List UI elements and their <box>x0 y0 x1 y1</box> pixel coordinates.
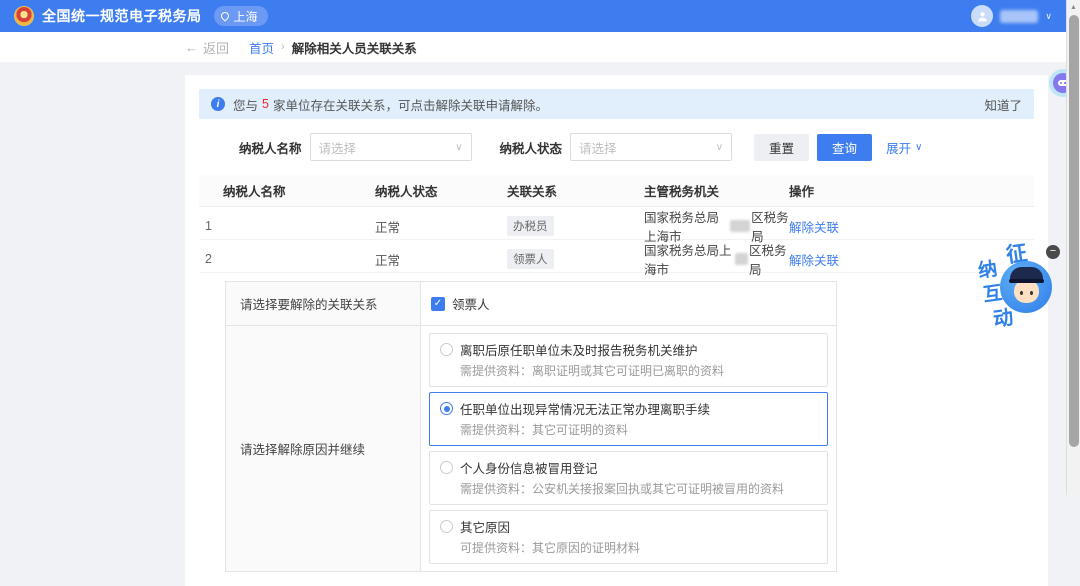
scrollbar-thumb[interactable] <box>1069 15 1079 447</box>
scroll-up-arrow-icon[interactable]: ▲ <box>1067 0 1080 14</box>
table-row: 1 正常 办税员 国家税务总局上海市 区税务局 解除关联 <box>199 207 1034 240</box>
taxpayer-name-label: 纳税人名称 <box>239 138 302 157</box>
content-card: i 您与 5 家单位存在关联关系，可点击解除关联申请解除。 知道了 纳税人名称 … <box>185 75 1048 586</box>
chevron-down-icon: ∨ <box>455 142 462 153</box>
radio-icon[interactable] <box>440 520 453 533</box>
taxpayer-status-filter: 纳税人状态 请选择 ∨ <box>500 133 733 161</box>
taxpayer-status-label: 纳税人状态 <box>500 138 563 157</box>
table-header-row: 纳税人名称 纳税人状态 关联关系 主管税务机关 操作 <box>199 175 1034 207</box>
reason-desc: 需提供资料：其它可证明的资料 <box>460 421 817 438</box>
authority-redacted <box>735 253 748 265</box>
taxpayer-name-filter: 纳税人名称 请选择 ∨ <box>239 133 472 161</box>
relation-tag: 办税员 <box>507 216 554 236</box>
authority-prefix: 国家税务总局上海市 <box>644 240 734 278</box>
reason-option[interactable]: 其它原因 可提供资料：其它原因的证明材料 <box>429 510 828 564</box>
chevron-down-icon: ∨ <box>716 142 723 153</box>
taxpayer-status-placeholder: 请选择 <box>579 138 617 157</box>
chevron-down-icon: ∨ <box>915 142 922 153</box>
expand-label: 展开 <box>886 138 911 157</box>
relation-checkbox[interactable]: ✓ <box>431 297 445 311</box>
col-status: 纳税人状态 <box>375 181 507 200</box>
user-menu[interactable]: ∨ <box>971 5 1052 27</box>
info-icon: i <box>211 97 225 111</box>
page-title: 解除相关人员关联关系 <box>292 38 417 57</box>
relation-select-row: 请选择要解除的关联关系 ✓ 领票人 <box>226 282 836 325</box>
radio-icon[interactable] <box>440 343 453 356</box>
reason-desc: 可提供资料：其它原因的证明材料 <box>460 539 817 556</box>
reason-option-selected[interactable]: 任职单位出现异常情况无法正常办理离职手续 需提供资料：其它可证明的资料 <box>429 392 828 446</box>
relation-row-label: 请选择要解除的关联关系 <box>226 282 421 325</box>
alert-dismiss-button[interactable]: 知道了 <box>984 95 1022 114</box>
dissolve-form: 请选择要解除的关联关系 ✓ 领票人 请选择解除原因并继续 离职后原任职单位未及时… <box>225 281 837 572</box>
tax-emblem-logo <box>14 6 34 26</box>
reset-button[interactable]: 重置 <box>754 134 809 161</box>
relation-tag: 领票人 <box>507 249 554 269</box>
col-name: 纳税人名称 <box>223 181 375 200</box>
row-index: 1 <box>199 219 223 233</box>
query-button[interactable]: 查询 <box>817 134 872 161</box>
table-row: 2 正常 领票人 国家税务总局上海市 区税务局 解除关联 <box>199 240 1034 273</box>
breadcrumb-separator-icon: › <box>281 41 285 53</box>
chevron-down-icon: ∨ <box>1045 11 1052 22</box>
taxpayer-name-select[interactable]: 请选择 ∨ <box>310 133 472 161</box>
breadcrumb: ← 返回 首页 › 解除相关人员关联关系 <box>0 32 1066 62</box>
breadcrumb-home[interactable]: 首页 <box>249 38 274 57</box>
back-button[interactable]: ← 返回 <box>185 38 229 57</box>
alert-text-suffix: 家单位存在关联关系，可点击解除关联申请解除。 <box>273 95 548 114</box>
expand-toggle[interactable]: 展开 ∨ <box>886 138 922 157</box>
dissolve-relation-link[interactable]: 解除关联 <box>789 217 1034 236</box>
reason-desc: 需提供资料：公安机关接报案回执或其它可证明被冒用的资料 <box>460 480 817 497</box>
mascot-minimize-button[interactable]: − <box>1046 245 1060 259</box>
filter-bar: 纳税人名称 请选择 ∨ 纳税人状态 请选择 ∨ 重置 查询 展开 ∨ <box>239 133 1034 161</box>
back-label: 返回 <box>203 38 229 57</box>
radio-icon[interactable] <box>440 402 453 415</box>
vertical-scrollbar[interactable]: ▲ <box>1066 0 1080 495</box>
col-relation: 关联关系 <box>507 181 644 200</box>
taxpayer-status: 正常 <box>375 250 507 269</box>
col-action: 操作 <box>789 181 1034 200</box>
reason-row-label: 请选择解除原因并继续 <box>226 326 421 571</box>
relations-table: 纳税人名称 纳税人状态 关联关系 主管税务机关 操作 1 正常 办税员 国家税务… <box>199 175 1034 273</box>
mascot-officer-icon <box>1000 261 1052 313</box>
user-avatar-icon <box>971 5 993 27</box>
reason-option[interactable]: 离职后原任职单位未及时报告税务机关维护 需提供资料：离职证明或其它可证明已离职的… <box>429 333 828 387</box>
location-label: 上海 <box>234 8 258 25</box>
authority-redacted <box>730 220 750 232</box>
back-arrow-icon: ← <box>185 40 198 55</box>
row-index: 2 <box>199 252 223 266</box>
app-title: 全国统一规范电子税务局 <box>42 6 202 26</box>
col-authority: 主管税务机关 <box>644 181 789 200</box>
reason-option[interactable]: 个人身份信息被冒用登记 需提供资料：公安机关接报案回执或其它可证明被冒用的资料 <box>429 451 828 505</box>
relation-checkbox-label: 领票人 <box>452 294 490 313</box>
reason-title: 离职后原任职单位未及时报告税务机关维护 <box>460 340 698 359</box>
filter-actions: 重置 查询 展开 ∨ <box>754 134 922 161</box>
reason-title: 其它原因 <box>460 517 510 536</box>
alert-count: 5 <box>262 97 269 111</box>
authority-suffix: 区税务局 <box>749 240 789 278</box>
radio-icon[interactable] <box>440 461 453 474</box>
location-selector[interactable]: 上海 <box>214 6 268 26</box>
reason-title: 任职单位出现异常情况无法正常办理离职手续 <box>460 399 710 418</box>
interaction-mascot-widget[interactable]: 征 纳 互 动 − <box>974 238 1054 340</box>
page-root: 全国统一规范电子税务局 上海 ∨ ← 返回 首页 › 解除相关人员关联关系 i … <box>0 0 1066 495</box>
top-bar: 全国统一规范电子税务局 上海 ∨ <box>0 0 1066 32</box>
alert-text-prefix: 您与 <box>233 95 258 114</box>
taxpayer-status-select[interactable]: 请选择 ∨ <box>570 133 732 161</box>
location-pin-icon <box>219 10 230 21</box>
reason-select-row: 请选择解除原因并继续 离职后原任职单位未及时报告税务机关维护 需提供资料：离职证… <box>226 325 836 571</box>
reason-title: 个人身份信息被冒用登记 <box>460 458 598 477</box>
taxpayer-status: 正常 <box>375 217 507 236</box>
user-name-redacted <box>1000 10 1038 23</box>
info-alert: i 您与 5 家单位存在关联关系，可点击解除关联申请解除。 知道了 <box>199 89 1034 119</box>
reason-desc: 需提供资料：离职证明或其它可证明已离职的资料 <box>460 362 817 379</box>
taxpayer-name-placeholder: 请选择 <box>319 138 357 157</box>
